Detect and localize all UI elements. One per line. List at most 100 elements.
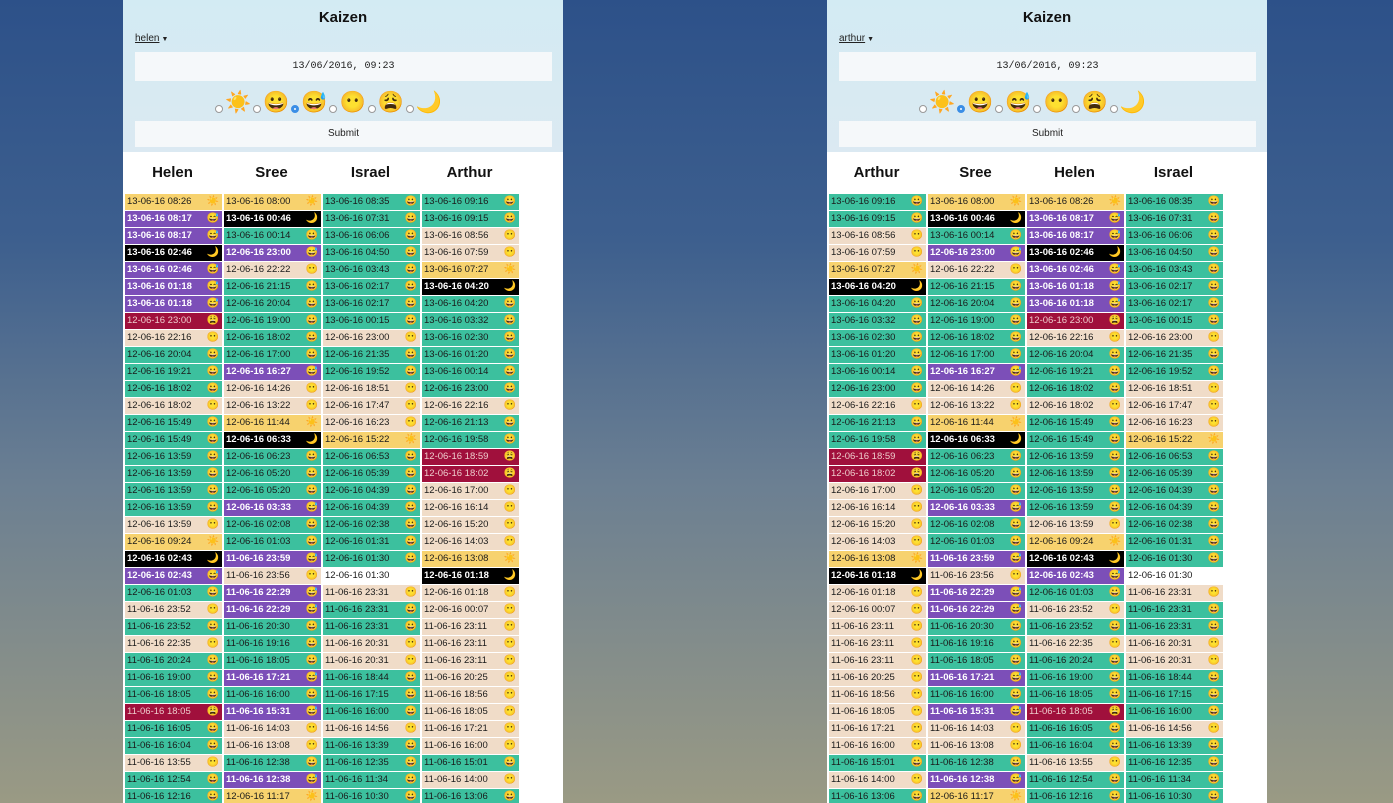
mood-column: 13-06-16 08:35 😀 13-06-16 07:31 😀 13-06-16 0…	[323, 194, 420, 803]
entry-timestamp: 13-06-16 09:16	[424, 196, 489, 207]
entry-timestamp: 11-06-16 23:56	[930, 570, 994, 581]
mood-entry: 11-06-16 23:31 😀	[323, 602, 420, 618]
entry-timestamp: 12-06-16 17:00	[831, 485, 896, 496]
entry-timestamp: 12-06-16 14:03	[424, 536, 489, 547]
entry-timestamp: 13-06-16 08:00	[226, 196, 291, 207]
mood-radio[interactable]	[367, 105, 376, 113]
user-name: arthur	[839, 33, 866, 44]
entry-timestamp: 12-06-16 19:00	[226, 315, 291, 326]
mood-icon: 😀	[206, 655, 219, 666]
entry-timestamp: 12-06-16 18:02	[930, 332, 995, 343]
entry-timestamp: 12-06-16 23:00	[930, 247, 995, 258]
entry-timestamp: 12-06-16 06:53	[325, 451, 390, 462]
entry-timestamp: 11-06-16 18:44	[1128, 672, 1192, 683]
mood-entry: 11-06-16 23:11 😶	[422, 653, 519, 669]
mood-icon: 😀	[1009, 621, 1022, 632]
mood-icon: 😀	[1108, 689, 1121, 700]
mood-radio[interactable]	[405, 105, 414, 113]
entry-timestamp: 12-06-16 14:03	[831, 536, 896, 547]
mood-entry: 12-06-16 19:21 😀	[1027, 364, 1124, 380]
entry-timestamp: 11-06-16 18:05	[930, 655, 994, 666]
entry-timestamp: 12-06-16 18:02	[1029, 400, 1094, 411]
submit-button[interactable]: Submit	[135, 121, 552, 147]
mood-radio[interactable]	[1033, 105, 1042, 113]
mood-entry: 11-06-16 16:00 😀	[323, 704, 420, 720]
mood-column: 13-06-16 08:00 ☀️ 13-06-16 00:46 🌙 13-06-16 …	[928, 194, 1025, 803]
submit-button[interactable]: Submit	[839, 121, 1256, 147]
mood-icon: 😀	[1207, 774, 1220, 785]
user-dropdown[interactable]: arthur ▼	[839, 33, 874, 44]
mood-icon: 😀	[503, 298, 516, 309]
mood-entry: 13-06-16 00:14 😀	[422, 364, 519, 380]
mood-icon: 😀	[910, 332, 923, 343]
mood-icon: 😶	[1009, 264, 1022, 275]
entry-timestamp: 12-06-16 22:16	[1029, 332, 1094, 343]
mood-icon: 😅	[1009, 247, 1022, 258]
mood-entry: 13-06-16 01:20 😀	[422, 347, 519, 363]
datetime-input[interactable]: 13/06/2016, 09:23	[135, 52, 552, 81]
mood-radio[interactable]	[215, 105, 223, 113]
mood-entry: 12-06-16 17:00 😀	[928, 347, 1025, 363]
mood-icon: ☀️	[1108, 536, 1121, 547]
mood-entry: 13-06-16 04:20 🌙	[829, 279, 926, 295]
mood-icon: 😀	[206, 774, 219, 785]
mood-entry: 11-06-16 23:31 😀	[1126, 619, 1223, 635]
mood-entry: 12-06-16 04:39 😀	[1126, 483, 1223, 499]
mood-entry: 12-06-16 14:03 😶	[422, 534, 519, 550]
datetime-input[interactable]: 13/06/2016, 09:23	[839, 52, 1256, 81]
mood-icon: 😅	[206, 264, 219, 275]
mood-entry: 13-06-16 07:31 😀	[323, 211, 420, 227]
mood-icon: 😀	[910, 791, 923, 802]
mood-entry: 11-06-16 18:44 😀	[1126, 670, 1223, 686]
mood-icon: 😀	[503, 383, 516, 394]
mood-radio[interactable]	[253, 105, 262, 113]
mood-entry: 12-06-16 02:38 😀	[1126, 517, 1223, 533]
entry-timestamp: 12-06-16 15:49	[127, 417, 192, 428]
mood-radio[interactable]	[1071, 105, 1080, 113]
mood-radio[interactable]	[995, 105, 1004, 113]
mood-entry: 12-06-16 13:59 😀	[125, 483, 222, 499]
mood-entry: 13-06-16 08:56 😶	[829, 228, 926, 244]
mood-icon: 😶	[305, 400, 318, 411]
mood-icon: 😶	[503, 655, 516, 666]
mood-entry: 12-06-16 17:00 😶	[422, 483, 519, 499]
entry-timestamp: 11-06-16 17:15	[325, 689, 389, 700]
mood-icon: 😀	[503, 213, 516, 224]
mood-icon: 😀	[1108, 366, 1121, 377]
entry-timestamp: 12-06-16 21:35	[325, 349, 390, 360]
entry-timestamp: 11-06-16 20:24	[127, 655, 191, 666]
mood-entry: 13-06-16 03:43 😀	[1126, 262, 1223, 278]
mood-icon: 😀	[404, 791, 417, 802]
entry-timestamp: 12-06-16 14:26	[226, 383, 291, 394]
mood-icon: 😶	[910, 723, 923, 734]
mood-icon: 😀	[1108, 468, 1121, 479]
mood-icon: 😶	[910, 672, 923, 683]
mood-entry: 12-06-16 14:26 😶	[224, 381, 321, 397]
mood-radio[interactable]	[919, 105, 927, 113]
entry-timestamp: 13-06-16 03:43	[1128, 264, 1193, 275]
mood-entry: 12-06-16 00:07 😶	[829, 602, 926, 618]
mood-icon: 😀	[1207, 298, 1220, 309]
mood-radio[interactable]	[957, 105, 966, 113]
mood-entry: 11-06-16 23:59 😅	[928, 551, 1025, 567]
entry-timestamp: 12-06-16 16:23	[325, 417, 390, 428]
mood-entry: 13-06-16 03:32 😀	[829, 313, 926, 329]
mood-icon: 😶	[910, 621, 923, 632]
mood-entry: 11-06-16 15:31 😅	[224, 704, 321, 720]
entry-timestamp: 12-06-16 21:15	[930, 281, 995, 292]
mood-entry: 11-06-16 14:00 😶	[829, 772, 926, 788]
mood-icon: 😅	[1108, 264, 1121, 275]
entry-timestamp: 13-06-16 08:17	[127, 213, 192, 224]
mood-entry: 12-06-16 21:13 😀	[422, 415, 519, 431]
entry-timestamp: 12-06-16 20:04	[127, 349, 192, 360]
mood-radio[interactable]	[1109, 105, 1118, 113]
mood-entry: 11-06-16 23:52 😶	[125, 602, 222, 618]
mood-radio[interactable]	[291, 105, 300, 113]
mood-entry: 12-06-16 20:04 😀	[125, 347, 222, 363]
user-dropdown[interactable]: helen ▼	[135, 33, 168, 44]
entry-timestamp: 13-06-16 00:14	[424, 366, 489, 377]
mood-entry: 11-06-16 20:30 😀	[224, 619, 321, 635]
mood-entry: 11-06-16 19:16 😀	[928, 636, 1025, 652]
entry-timestamp: 13-06-16 08:26	[127, 196, 192, 207]
mood-radio[interactable]	[329, 105, 338, 113]
